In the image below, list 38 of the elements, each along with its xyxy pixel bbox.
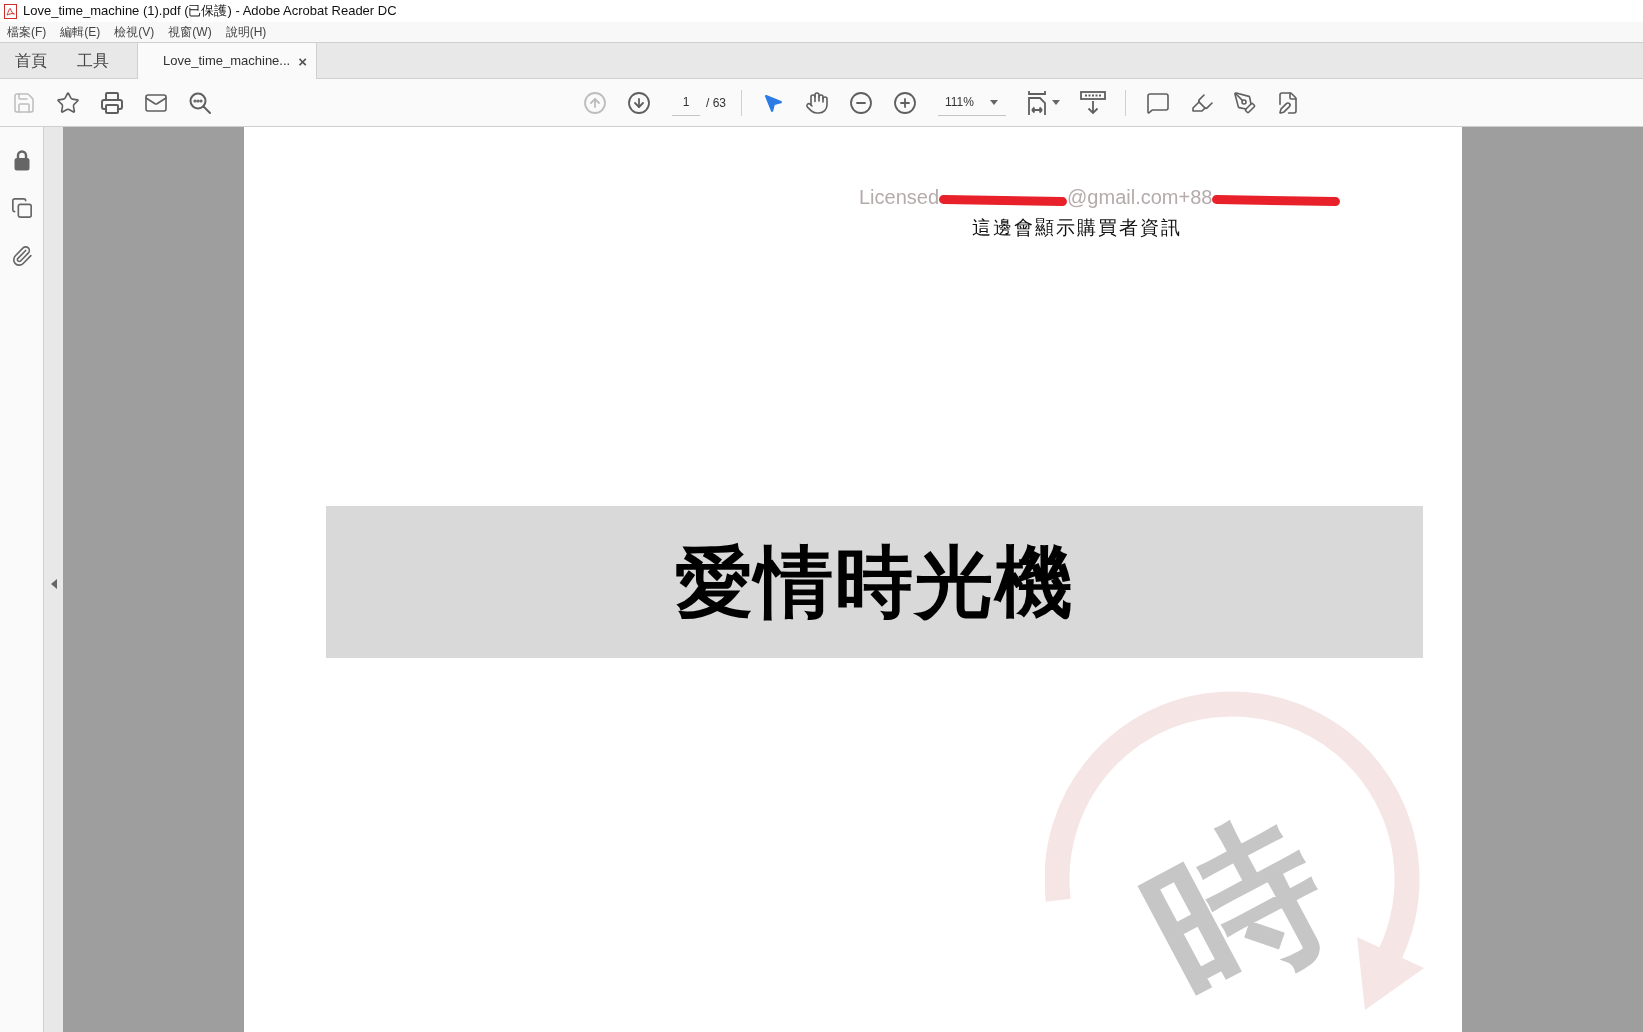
comment-icon [1146, 90, 1170, 115]
page-count: / 63 [706, 94, 726, 112]
arrow-down-circle-icon [627, 90, 651, 115]
menu-item[interactable]: 檔案(F) [7, 22, 47, 42]
pen-nib-icon [1232, 90, 1257, 115]
hand-icon [805, 90, 829, 115]
star-icon [56, 90, 80, 115]
fit-page-icon [1026, 89, 1048, 116]
print-icon [100, 90, 124, 115]
window-title: Love_time_machine (1).pdf (已保護) - Adobe Acrobat Reader DC [23, 2, 397, 21]
arrow-up-circle-icon [583, 90, 607, 115]
search-icon [188, 90, 212, 115]
caret-icon [1052, 100, 1060, 105]
lock-icon [13, 149, 30, 171]
license-text: Licensed [859, 185, 940, 210]
menu-item[interactable]: 視窗(W) [168, 22, 212, 42]
paperclip-icon [10, 245, 33, 267]
license-note: 這邊會顯示購買者資訊 [972, 216, 1182, 240]
watermark-text: 時 [1123, 795, 1353, 1025]
triangle-left-icon [50, 579, 57, 589]
save-icon [12, 90, 36, 115]
pages-icon [10, 197, 33, 219]
page-number-field[interactable]: 1 [672, 89, 700, 116]
nav-tab[interactable]: 工具 [62, 43, 124, 78]
pdf-file-icon [4, 3, 17, 19]
zoom-out-icon [849, 90, 873, 115]
menu-item[interactable]: 檢視(V) [114, 22, 155, 42]
zoom-field[interactable]: 111% [938, 89, 1006, 116]
menu-item[interactable]: 編輯(E) [60, 22, 101, 42]
menu-item[interactable]: 說明(H) [225, 22, 267, 42]
caret-icon [990, 99, 998, 105]
zoom-in-icon [893, 90, 917, 115]
scroll-down-icon [1080, 90, 1106, 115]
document-tab[interactable]: Love_time_machine... × [137, 43, 317, 79]
license-text: @gmail.com+88 [1067, 185, 1213, 210]
close-tab-button[interactable]: × [298, 53, 307, 69]
nav-tab[interactable]: 首頁 [0, 43, 62, 78]
book-title: 愛情時光機 [674, 543, 1075, 621]
